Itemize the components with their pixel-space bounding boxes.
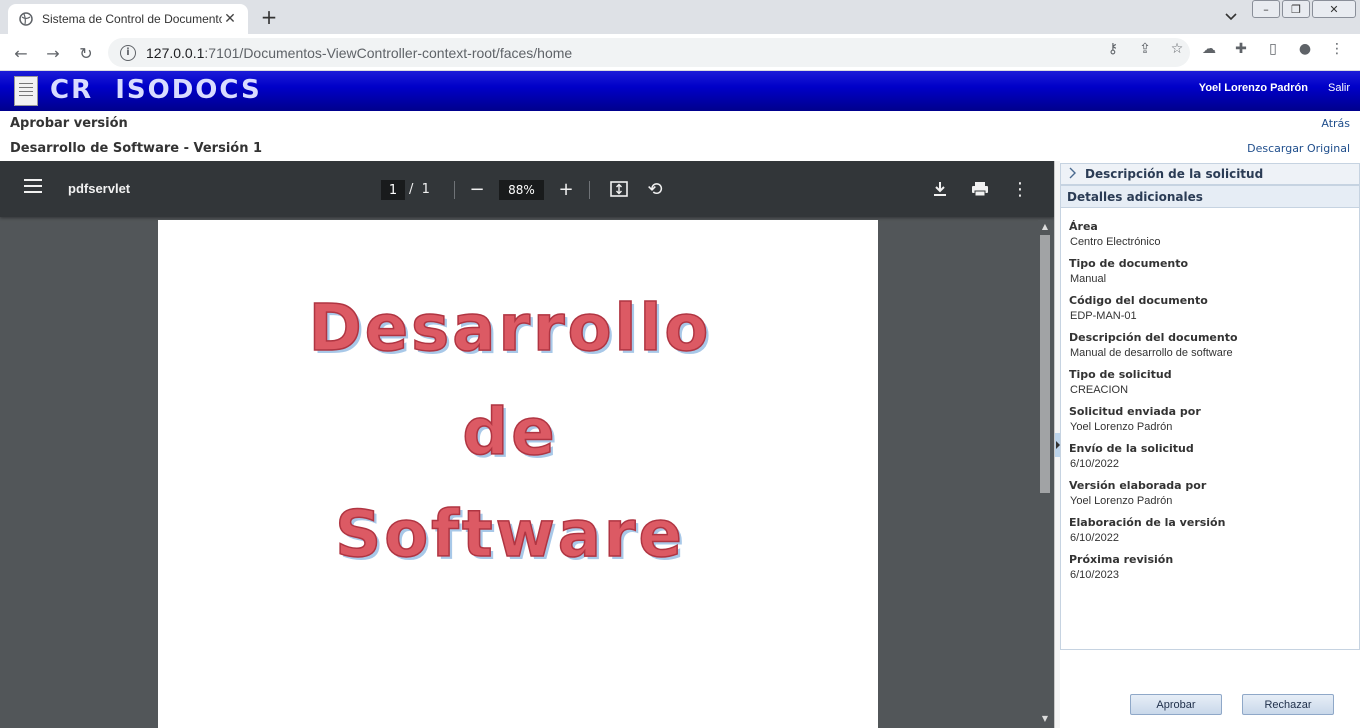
accordion-label: Descripción de la solicitud xyxy=(1085,167,1264,181)
document-title: Desarrollo de Software - Versión 1 xyxy=(10,141,263,156)
details-list: Área Centro Electrónico Tipo de documento… xyxy=(1060,208,1360,650)
new-tab-button[interactable]: + xyxy=(256,5,282,29)
tab-title: Sistema de Control de Documento xyxy=(42,12,222,26)
detail-field: Versión elaborada por Yoel Lorenzo Padrón xyxy=(1069,479,1351,507)
field-label: Envío de la solicitud xyxy=(1069,442,1194,455)
key-icon[interactable]: ⚷ xyxy=(1102,38,1124,60)
accordion-label: Detalles adicionales xyxy=(1067,189,1203,204)
accordion-additional-details[interactable]: Detalles adicionales xyxy=(1060,185,1360,208)
field-label: Elaboración de la versión xyxy=(1069,516,1226,529)
detail-field: Próxima revisión 6/10/2023 xyxy=(1069,553,1351,581)
print-icon[interactable] xyxy=(969,178,991,200)
reject-button[interactable]: Rechazar xyxy=(1242,694,1334,715)
page-title: Aprobar versión xyxy=(10,116,128,131)
field-label: Descripción del documento xyxy=(1069,331,1238,344)
field-value: Centro Electrónico xyxy=(1070,236,1161,248)
detail-field: Elaboración de la versión 6/10/2022 xyxy=(1069,516,1351,544)
field-value: 6/10/2022 xyxy=(1070,458,1119,470)
puzzle-icon[interactable]: ✚ xyxy=(1230,38,1252,60)
field-label: Tipo de solicitud xyxy=(1069,368,1172,381)
user-name: Yoel Lorenzo Padrón xyxy=(1198,82,1308,94)
field-value: Yoel Lorenzo Padrón xyxy=(1070,421,1173,433)
fit-to-page-icon[interactable] xyxy=(608,178,630,200)
field-label: Versión elaborada por xyxy=(1069,479,1207,492)
reload-icon[interactable]: ↻ xyxy=(75,42,97,64)
detail-field: Envío de la solicitud 6/10/2022 xyxy=(1069,442,1351,470)
field-value: Yoel Lorenzo Padrón xyxy=(1070,495,1173,507)
toolbar-divider xyxy=(454,181,455,199)
detail-field: Tipo de solicitud CREACION xyxy=(1069,368,1351,396)
pdf-viewer: pdfservlet 1 / 1 − 88% + ⟲ ⋮ Desarrollo … xyxy=(0,161,1054,728)
detail-field: Código del documento EDP-MAN-01 xyxy=(1069,294,1351,322)
detail-field: Solicitud enviada por Yoel Lorenzo Padrón xyxy=(1069,405,1351,433)
detail-field: Área Centro Electrónico xyxy=(1069,220,1351,248)
more-menu-icon[interactable]: ⋮ xyxy=(1326,38,1348,60)
site-info-icon[interactable]: i xyxy=(120,44,136,61)
logout-link[interactable]: Salir xyxy=(1328,82,1350,94)
field-label: Área xyxy=(1069,220,1098,233)
field-value: 6/10/2023 xyxy=(1070,569,1119,581)
zoom-out-icon[interactable]: − xyxy=(466,178,488,200)
tab-search-chevron-icon[interactable] xyxy=(1218,5,1244,29)
scrollbar-thumb[interactable] xyxy=(1040,235,1050,493)
scroll-down-icon[interactable]: ▼ xyxy=(1040,714,1050,724)
back-arrow-icon[interactable]: ← xyxy=(10,42,32,64)
app-logo-text: CR ISODOCS xyxy=(50,75,262,105)
page-count: / 1 xyxy=(409,182,430,197)
download-icon[interactable] xyxy=(929,178,951,200)
field-value: Manual xyxy=(1070,273,1107,285)
browser-tab-bar: Sistema de Control de Documento ✕ + – ❐ … xyxy=(0,0,1360,34)
field-label: Próxima revisión xyxy=(1069,553,1174,566)
pdf-file-name: pdfservlet xyxy=(68,181,131,196)
detail-field: Tipo de documento Manual xyxy=(1069,257,1351,285)
zoom-in-icon[interactable]: + xyxy=(555,178,577,200)
app-header: CR ISODOCS Yoel Lorenzo Padrón Salir xyxy=(0,71,1360,111)
field-value: CREACION xyxy=(1070,384,1129,396)
browser-tab[interactable]: Sistema de Control de Documento ✕ xyxy=(8,4,248,34)
pdf-page: Desarrollo de Software xyxy=(158,220,878,728)
details-panel: Descripción de la solicitud Detalles adi… xyxy=(1060,161,1360,728)
pdf-scrollbar[interactable]: ▲ ▼ xyxy=(1038,220,1052,728)
accordion-request-description[interactable]: Descripción de la solicitud xyxy=(1060,163,1360,185)
field-value: EDP-MAN-01 xyxy=(1070,310,1137,322)
url-path: :7101/Documentos-ViewController-context-… xyxy=(204,44,573,61)
profile-icon[interactable]: ● xyxy=(1294,38,1316,60)
field-label: Solicitud enviada por xyxy=(1069,405,1201,418)
browser-toolbar: ← → ↻ i 127.0.0.1:7101/Documentos-ViewCo… xyxy=(0,34,1360,71)
menu-hamburger-icon[interactable] xyxy=(24,179,42,197)
side-panel-icon[interactable]: ▯ xyxy=(1262,38,1284,60)
restore-window-button[interactable]: ❐ xyxy=(1282,0,1310,18)
field-label: Tipo de documento xyxy=(1069,257,1189,270)
field-value: 6/10/2022 xyxy=(1070,532,1119,544)
more-options-icon[interactable]: ⋮ xyxy=(1009,178,1031,200)
page-heading-word: Desarrollo xyxy=(308,291,712,367)
extension-cloud-icon[interactable]: ☁ xyxy=(1198,38,1220,60)
chevron-right-icon xyxy=(1069,167,1077,182)
rotate-icon[interactable]: ⟲ xyxy=(644,178,666,200)
url-host: 127.0.0.1 xyxy=(146,44,205,61)
approve-button[interactable]: Aprobar xyxy=(1130,694,1222,715)
close-window-button[interactable]: ✕ xyxy=(1312,0,1356,18)
tab-close-icon[interactable]: ✕ xyxy=(222,11,238,27)
scroll-up-icon[interactable]: ▲ xyxy=(1040,222,1050,232)
minimize-window-button[interactable]: – xyxy=(1252,0,1280,18)
field-label: Código del documento xyxy=(1069,294,1208,307)
detail-field: Descripción del documento Manual de desar… xyxy=(1069,331,1351,359)
forward-arrow-icon[interactable]: → xyxy=(42,42,64,64)
toolbar-divider xyxy=(589,181,590,199)
page-number-input[interactable]: 1 xyxy=(381,180,405,200)
page-heading-word: de xyxy=(462,395,558,471)
globe-icon xyxy=(18,11,34,27)
bookmark-star-icon[interactable]: ☆ xyxy=(1166,38,1188,60)
zoom-level-input[interactable]: 88% xyxy=(499,180,544,200)
share-icon[interactable]: ⇪ xyxy=(1134,38,1156,60)
address-bar[interactable]: i 127.0.0.1:7101/Documentos-ViewControll… xyxy=(108,38,1190,67)
document-logo-icon xyxy=(14,76,38,106)
download-original-link[interactable]: Descargar Original xyxy=(1247,142,1350,155)
back-link[interactable]: Atrás xyxy=(1321,117,1350,130)
field-value: Manual de desarrollo de software xyxy=(1070,347,1233,359)
pdf-toolbar: pdfservlet 1 / 1 − 88% + ⟲ ⋮ xyxy=(0,161,1054,217)
page-heading-word: Software xyxy=(334,497,685,573)
